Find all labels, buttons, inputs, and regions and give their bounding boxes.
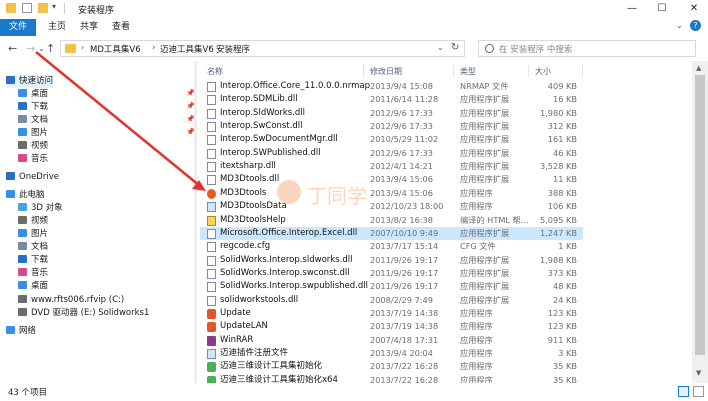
large-icons-view-icon[interactable] bbox=[693, 386, 704, 397]
scroll-thumb[interactable] bbox=[695, 75, 705, 355]
status-bar: 43 个项目 bbox=[0, 383, 708, 401]
scroll-down-arrow[interactable]: ▼ bbox=[696, 369, 701, 377]
scroll-up-arrow[interactable]: ▲ bbox=[696, 64, 701, 72]
item-count: 43 个项目 bbox=[8, 388, 48, 398]
details-view-icon[interactable] bbox=[678, 386, 689, 397]
annotation-arrow bbox=[35, 51, 206, 191]
arrow-shaft bbox=[35, 51, 201, 187]
vertical-scrollbar[interactable]: ▲ ▼ bbox=[692, 61, 708, 383]
